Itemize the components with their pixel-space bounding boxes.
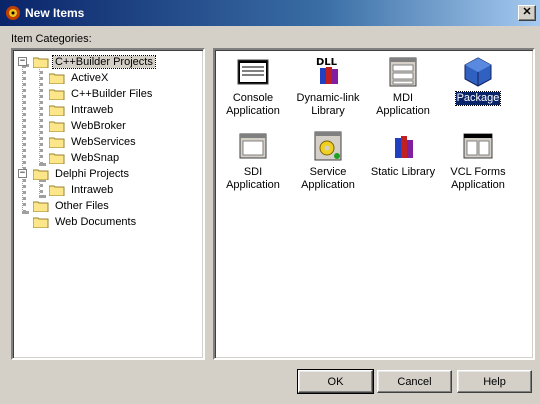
mdi-icon (389, 57, 417, 87)
window-title: New Items (25, 6, 85, 20)
tree-node-cpp-builder-files[interactable]: C++Builder Files (33, 86, 154, 102)
item-gallery[interactable]: Console Application DLL Dynamic-link Lib… (213, 48, 535, 360)
package-icon (464, 57, 492, 87)
sdi-icon (239, 133, 267, 159)
folder-open-icon (33, 57, 49, 68)
item-service-application[interactable]: Service Application (290, 128, 366, 192)
tree-node-webbroker[interactable]: WebBroker (33, 118, 128, 134)
vcl-forms-icon (463, 133, 493, 159)
tree-node-other-files[interactable]: Other Files (17, 198, 111, 214)
cancel-button[interactable]: Cancel (377, 370, 452, 393)
tree-node-delphi-intraweb[interactable]: Intraweb (33, 182, 115, 198)
close-button[interactable]: ✕ (518, 5, 536, 21)
tree-node-websnap[interactable]: WebSnap (33, 150, 121, 166)
item-static-library[interactable]: Static Library (365, 128, 441, 179)
item-sdi-application[interactable]: SDI Application (215, 128, 291, 192)
static-library-icon (395, 136, 413, 158)
tree-node-activex[interactable]: ActiveX (33, 70, 110, 86)
item-package[interactable]: Package (440, 54, 516, 106)
folder-icon (49, 89, 65, 100)
ok-button[interactable]: OK (297, 369, 374, 394)
folder-icon (49, 153, 65, 164)
app-icon (6, 6, 20, 20)
folder-icon (33, 201, 49, 212)
tree-node-intraweb[interactable]: Intraweb (33, 102, 115, 118)
folder-icon (33, 217, 49, 228)
folder-icon (49, 105, 65, 116)
tree-node-cpp-builder-projects[interactable]: − C++Builder Projects (17, 54, 156, 70)
tree-node-webservices[interactable]: WebServices (33, 134, 138, 150)
folder-icon (49, 121, 65, 132)
category-tree[interactable]: − C++Builder Projects ActiveX C++Builder… (11, 48, 205, 360)
console-icon (237, 59, 269, 85)
folder-icon (49, 185, 65, 196)
dll-icon: DLL (316, 57, 338, 84)
svg-text:DLL: DLL (316, 57, 338, 68)
title-bar: New Items ✕ (0, 0, 540, 26)
service-icon (314, 131, 342, 161)
item-vcl-forms-application[interactable]: VCL Forms Application (440, 128, 516, 192)
tree-node-web-documents[interactable]: Web Documents (17, 214, 138, 230)
item-mdi-application[interactable]: MDI Application (365, 54, 441, 118)
help-button[interactable]: Help (457, 370, 532, 393)
folder-icon (49, 73, 65, 84)
folder-icon (49, 137, 65, 148)
item-dynamic-link-library[interactable]: DLL Dynamic-link Library (290, 54, 366, 118)
item-categories-label: Item Categories: (11, 33, 92, 45)
tree-node-delphi-projects[interactable]: − Delphi Projects (17, 166, 131, 182)
folder-open-icon (33, 169, 49, 180)
collapse-icon[interactable]: − (18, 169, 27, 178)
item-console-application[interactable]: Console Application (215, 54, 291, 118)
collapse-icon[interactable]: − (18, 57, 27, 66)
